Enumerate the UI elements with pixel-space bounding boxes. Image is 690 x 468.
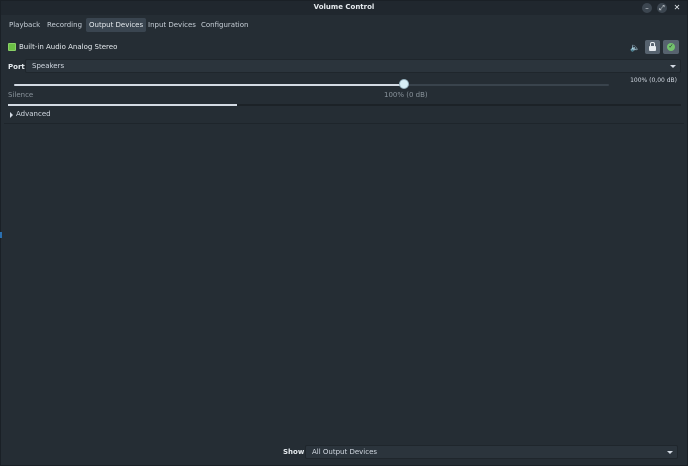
checkmark-icon: ✓ bbox=[667, 43, 675, 51]
port-select[interactable]: Speakers bbox=[25, 59, 681, 73]
slider-mark-silence: Silence bbox=[8, 91, 34, 99]
volume-slider-handle[interactable] bbox=[398, 79, 409, 89]
advanced-label: Advanced bbox=[16, 110, 51, 118]
close-button[interactable]: ✕ bbox=[672, 3, 682, 13]
peak-meter-fill bbox=[8, 104, 237, 106]
slider-mark-100: 100% (0 dB) bbox=[384, 91, 428, 99]
tab-configuration[interactable]: Configuration bbox=[198, 18, 251, 32]
device-separator bbox=[4, 123, 684, 124]
desktop-edge bbox=[0, 232, 2, 238]
maximize-button[interactable]: ⤢ bbox=[657, 3, 667, 13]
port-value: Speakers bbox=[32, 62, 65, 70]
title-bar[interactable]: Volume Control – ⤢ ✕ bbox=[1, 1, 687, 15]
chevron-down-icon bbox=[670, 65, 676, 68]
tab-bar: Playback Recording Output Devices Input … bbox=[1, 17, 687, 34]
lock-channels-button[interactable] bbox=[645, 40, 660, 54]
volume-control-window: Volume Control – ⤢ ✕ Playback Recording … bbox=[0, 0, 688, 466]
chevron-right-icon bbox=[10, 112, 13, 118]
tab-input-devices[interactable]: Input Devices bbox=[145, 18, 199, 32]
minimize-button[interactable]: – bbox=[642, 3, 652, 13]
output-device-panel: Built-in Audio Analog Stereo 🔈 ✓ Port: S… bbox=[4, 36, 684, 124]
tab-output-devices[interactable]: Output Devices bbox=[86, 18, 147, 32]
peak-meter bbox=[8, 104, 681, 106]
minimize-icon: – bbox=[645, 4, 649, 12]
device-name: Built-in Audio Analog Stereo bbox=[19, 43, 118, 51]
chevron-down-icon bbox=[667, 451, 673, 454]
tab-playback[interactable]: Playback bbox=[6, 18, 43, 32]
window-title: Volume Control bbox=[313, 3, 375, 11]
close-icon: ✕ bbox=[673, 3, 681, 12]
maximize-icon: ⤢ bbox=[659, 4, 665, 12]
audio-card-icon bbox=[8, 43, 16, 51]
volume-slider-fill bbox=[14, 84, 404, 86]
show-label: Show: bbox=[283, 448, 308, 456]
show-select[interactable]: All Output Devices bbox=[305, 445, 678, 459]
tab-recording[interactable]: Recording bbox=[44, 18, 85, 32]
mute-toggle-button[interactable]: 🔈 bbox=[629, 42, 641, 53]
show-value: All Output Devices bbox=[312, 448, 378, 456]
volume-readout: 100% (0,00 dB) bbox=[630, 77, 677, 84]
volume-slider[interactable] bbox=[14, 84, 609, 86]
bottom-bar: Show: All Output Devices bbox=[1, 438, 687, 466]
speaker-icon: 🔈 bbox=[630, 43, 640, 52]
set-default-button[interactable]: ✓ bbox=[663, 40, 679, 54]
